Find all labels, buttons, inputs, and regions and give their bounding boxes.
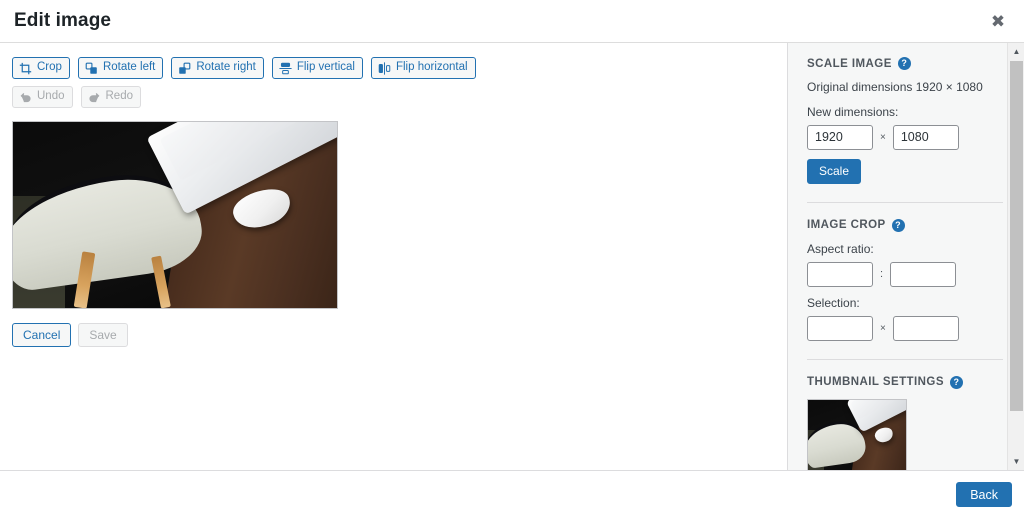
crop-icon — [19, 62, 32, 75]
aspect-ratio-label: Aspect ratio: — [807, 241, 874, 256]
undo-button[interactable]: Undo — [12, 86, 73, 108]
aspect-ratio-separator: : — [880, 268, 884, 281]
divider — [807, 201, 1003, 203]
modal-header: Edit image ✖ — [0, 0, 1024, 43]
flip-vertical-icon — [279, 62, 292, 75]
flip-horizontal-button[interactable]: Flip horizontal — [370, 57, 476, 79]
scroll-up-icon[interactable]: ▲ — [1008, 43, 1024, 60]
edit-image-modal: Edit image ✖ Crop Rotate left Rotate rig… — [0, 0, 1024, 517]
thumbnail-settings-heading-label: THUMBNAIL SETTINGS — [807, 376, 944, 389]
rotate-right-button-label: Rotate right — [196, 61, 256, 74]
selection-fields: × — [807, 315, 994, 341]
close-icon[interactable]: ✖ — [980, 4, 1016, 40]
undo-button-label: Undo — [37, 90, 65, 103]
image-editor-pane: Crop Rotate left Rotate right Flip verti… — [0, 43, 787, 470]
thumbnail-photo — [808, 399, 906, 470]
help-icon[interactable]: ? — [897, 57, 911, 70]
divider — [807, 358, 1003, 360]
crop-button-label: Crop — [37, 61, 62, 74]
save-button[interactable]: Save — [78, 323, 128, 347]
scroll-down-icon[interactable]: ▼ — [1008, 453, 1024, 470]
undo-icon — [19, 91, 32, 104]
scrollbar-thumb[interactable] — [1010, 61, 1023, 411]
redo-icon — [88, 91, 101, 104]
image-crop-heading: IMAGE CROP ? — [807, 218, 994, 232]
thumbnail-preview[interactable] — [807, 398, 907, 470]
original-dimensions-text: Original dimensions 1920 × 1080 — [807, 80, 983, 94]
new-dimensions-label: New dimensions: — [807, 104, 899, 119]
help-icon[interactable]: ? — [891, 218, 905, 232]
selection-width-input[interactable] — [807, 315, 873, 341]
cancel-button[interactable]: Cancel — [12, 323, 72, 347]
rotate-left-icon — [85, 62, 98, 75]
new-dimensions-fields: × — [807, 124, 994, 150]
image-crop-heading-label: IMAGE CROP — [807, 219, 886, 232]
rotate-left-button-label: Rotate left — [102, 61, 156, 74]
dimension-separator: × — [880, 131, 886, 143]
sidebar-scrollbar[interactable]: ▲ ▼ — [1007, 43, 1024, 470]
scale-height-input[interactable] — [892, 124, 959, 150]
mouse — [872, 425, 894, 445]
flip-vertical-button-label: Flip vertical — [296, 61, 355, 74]
settings-sidebar-content: SCALE IMAGE ? Original dimensions 1920 ×… — [788, 43, 1008, 470]
mouse — [229, 183, 296, 234]
flip-vertical-button[interactable]: Flip vertical — [271, 57, 363, 79]
aspect-ratio-fields: : — [807, 261, 994, 287]
rotate-left-button[interactable]: Rotate left — [77, 57, 164, 79]
flip-horizontal-icon — [378, 61, 391, 75]
back-button[interactable]: Back — [956, 482, 1012, 507]
image-tools-toolbar: Crop Rotate left Rotate right Flip verti… — [12, 57, 775, 79]
scale-width-input[interactable] — [807, 124, 873, 150]
rotate-right-button[interactable]: Rotate right — [171, 57, 264, 79]
history-toolbar: Undo Redo — [12, 86, 775, 108]
help-icon[interactable]: ? — [949, 375, 963, 389]
settings-sidebar: SCALE IMAGE ? Original dimensions 1920 ×… — [787, 43, 1024, 470]
crop-button[interactable]: Crop — [12, 57, 70, 79]
scale-image-heading-label: SCALE IMAGE — [807, 57, 892, 70]
modal-body: Crop Rotate left Rotate right Flip verti… — [0, 43, 1024, 470]
aspect-ratio-width-input[interactable] — [807, 261, 873, 287]
page-title: Edit image — [14, 10, 112, 31]
image-canvas[interactable] — [12, 121, 338, 309]
modal-footer: Back — [0, 470, 1024, 517]
rotate-right-icon — [178, 62, 191, 75]
flip-horizontal-button-label: Flip horizontal — [395, 61, 468, 74]
desk-photo — [13, 122, 337, 308]
redo-button[interactable]: Redo — [80, 86, 141, 108]
laptop-lid — [158, 122, 300, 182]
selection-label: Selection: — [807, 295, 860, 310]
scale-image-heading: SCALE IMAGE ? — [807, 57, 994, 70]
selection-separator: × — [880, 322, 886, 334]
redo-button-label: Redo — [105, 90, 134, 103]
scale-button[interactable]: Scale — [807, 158, 862, 184]
aspect-ratio-height-input[interactable] — [890, 261, 957, 287]
laptop-lid — [850, 399, 896, 420]
selection-height-input[interactable] — [892, 315, 959, 341]
thumbnail-settings-heading: THUMBNAIL SETTINGS ? — [807, 375, 994, 389]
editor-actions: Cancel Save — [12, 323, 775, 347]
